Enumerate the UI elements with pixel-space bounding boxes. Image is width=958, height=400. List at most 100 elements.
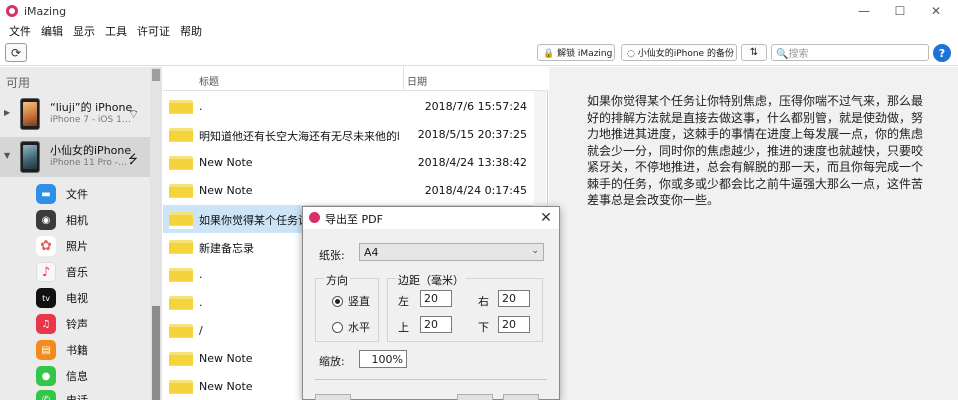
column-divider[interactable] [403, 67, 404, 91]
note-row[interactable]: . 2018/7/6 15:57:24 [163, 93, 548, 121]
note-title: New Note [199, 156, 253, 169]
menu-edit[interactable]: 编辑 [36, 23, 68, 39]
sidebar-item-camera[interactable]: ◉ 相机 [36, 207, 150, 233]
dialog-ok-button[interactable] [457, 394, 493, 400]
camera-icon: ◉ [36, 210, 56, 230]
menu-bar: 文件 编辑 显示 工具 许可证 帮助 [0, 22, 958, 40]
device-thumbnail [20, 141, 40, 173]
list-header: 标题 日期 [163, 67, 548, 91]
note-icon [169, 156, 193, 173]
sort-button[interactable]: ⇅ [741, 44, 767, 61]
sidebar-item-phone[interactable]: ✆ 电话 [36, 387, 150, 400]
orientation-portrait-option[interactable]: 竖直 [332, 293, 370, 309]
sidebar-item-photos[interactable]: ✿ 照片 [36, 233, 150, 259]
note-preview: 如果你觉得某个任务让你特别焦虑，压得你喘不过气来，那么最好的排解方法就是直接去做… [549, 67, 958, 400]
device-thumbnail [20, 98, 40, 130]
margin-left-input[interactable]: 20 [420, 290, 452, 307]
sidebar-item-files[interactable]: ▬ 文件 [36, 181, 150, 207]
close-window-button[interactable]: ✕ [918, 0, 954, 22]
device-name: 小仙女的iPhone [50, 144, 132, 157]
sidebar-item-books[interactable]: ▤ 书籍 [36, 337, 150, 363]
dialog-cancel-button[interactable] [503, 394, 539, 400]
menu-file[interactable]: 文件 [4, 23, 36, 39]
sidebar-item-label: 音乐 [66, 266, 88, 279]
column-header-date[interactable]: 日期 [407, 73, 427, 88]
photos-icon: ✿ [36, 236, 56, 256]
sidebar-item-label: 文件 [66, 188, 88, 201]
note-icon [169, 100, 193, 117]
margin-bottom-label: 下 [478, 321, 489, 334]
sidebar-header-available: 可用 [6, 76, 31, 90]
radio-portrait[interactable] [332, 295, 343, 307]
orientation-landscape-option[interactable]: 水平 [332, 319, 370, 335]
column-header-title[interactable]: 标题 [199, 73, 219, 88]
dialog-title: 导出至 PDF [325, 213, 383, 226]
note-icon [169, 296, 193, 313]
messages-icon: ● [36, 366, 56, 386]
note-date: 2018/4/24 0:17:45 [424, 184, 527, 197]
note-icon [169, 184, 193, 201]
sidebar-item-music[interactable]: ♪ 音乐 [36, 259, 150, 285]
margins-group: 边距（毫米） 左 20 右 20 上 20 下 20 [387, 272, 543, 342]
dialog-close-button[interactable]: ✕ [537, 209, 555, 227]
note-date: 2018/4/24 13:38:42 [417, 156, 527, 169]
menu-license[interactable]: 许可证 [132, 23, 175, 39]
note-icon [169, 380, 193, 397]
radio-label-portrait: 竖直 [348, 295, 370, 308]
margin-top-label: 上 [398, 321, 409, 334]
sidebar-item-messages[interactable]: ● 信息 [36, 363, 150, 389]
collapse-arrow-icon[interactable]: ▼ [4, 151, 10, 160]
note-date: 2018/7/6 15:57:24 [424, 100, 527, 113]
help-button[interactable]: ? [933, 44, 951, 62]
imazing-logo-icon [6, 5, 18, 17]
device-name: “liuji”的 iPhone [50, 101, 133, 114]
note-icon [169, 128, 193, 145]
sidebar-item-label: 铃声 [66, 318, 88, 331]
margin-left-label: 左 [398, 295, 409, 308]
sidebar-item-tv[interactable]: tv 电视 [36, 285, 150, 311]
device-backup-button[interactable]: ◌ 小仙女的iPhone 的备份 [621, 44, 737, 61]
sidebar-scrollbar-top-thumb[interactable] [152, 69, 160, 81]
usb-icon: ⭍ [128, 152, 138, 166]
note-icon [169, 240, 193, 257]
sidebar-item-label: 电话 [66, 392, 88, 400]
dialog-separator [315, 379, 547, 380]
note-title: 明知道他还有长空大海还有无尽未来他的时… [199, 130, 399, 143]
margin-right-input[interactable]: 20 [498, 290, 530, 307]
folder-icon: ▬ [36, 184, 56, 204]
radio-label-landscape: 水平 [348, 321, 370, 334]
note-icon [169, 324, 193, 341]
search-input[interactable]: 🔍搜索 [771, 44, 929, 61]
dialog-title-bar: 导出至 PDF ✕ [303, 207, 559, 229]
radio-landscape[interactable] [332, 321, 343, 333]
device-item-xiaoxiannv-iphone[interactable]: ▼ 小仙女的iPhone iPhone 11 Pro -… ⭍ [0, 137, 150, 177]
unlock-imazing-button[interactable]: 🔒 解锁 iMazing [537, 44, 615, 61]
expand-arrow-icon[interactable]: ▶ [4, 108, 10, 117]
note-row[interactable]: New Note 2018/4/24 13:38:42 [163, 149, 548, 177]
sidebar-item-ringtones[interactable]: ♫ 铃声 [36, 311, 150, 337]
margin-top-input[interactable]: 20 [420, 316, 452, 333]
menu-help[interactable]: 帮助 [175, 23, 207, 39]
paper-size-select[interactable]: A4 ⌄ [359, 243, 544, 261]
zoom-input[interactable]: 100% [359, 350, 407, 368]
window-title: iMazing [24, 4, 67, 18]
maximize-button[interactable]: ☐ [882, 0, 918, 22]
note-row[interactable]: New Note 2018/4/24 0:17:45 [163, 177, 548, 205]
tv-icon: tv [36, 288, 56, 308]
menu-tools[interactable]: 工具 [100, 23, 132, 39]
dialog-secondary-button[interactable] [315, 394, 351, 400]
minimize-button[interactable]: — [846, 0, 882, 22]
paper-size-label: 纸张: [319, 249, 345, 262]
margin-bottom-input[interactable]: 20 [498, 316, 530, 333]
device-item-liuji-iphone[interactable]: ▶ “liuji”的 iPhone iPhone 7 - iOS 1… ⌔ [0, 94, 150, 134]
imazing-logo-icon [309, 212, 320, 223]
sidebar-scrollbar-thumb[interactable] [152, 306, 160, 400]
wifi-icon: ⌔ [128, 107, 140, 121]
note-row[interactable]: 明知道他还有长空大海还有无尽未来他的时… 2018/5/15 20:37:25 [163, 121, 548, 149]
menu-view[interactable]: 显示 [68, 23, 100, 39]
sidebar-item-label: 电视 [66, 292, 88, 305]
sidebar-item-label: 照片 [66, 240, 88, 253]
refresh-button[interactable]: ⟳ [5, 43, 27, 62]
note-title: New Note [199, 184, 253, 197]
orientation-legend: 方向 [324, 272, 350, 288]
